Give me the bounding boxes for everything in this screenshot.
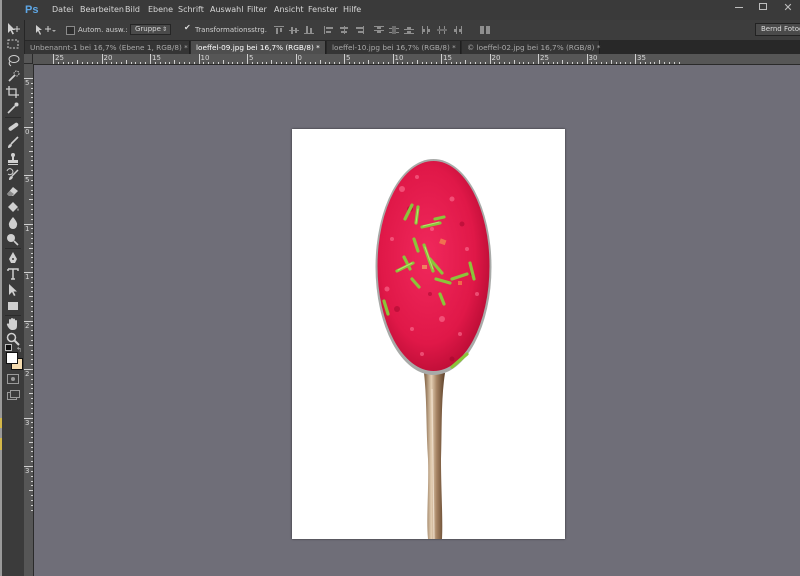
lasso-tool-icon[interactable]	[5, 53, 21, 67]
tab-unbenannt-1[interactable]: Unbenannt-1 bei 16,7% (Ebene 1, RGB/8) *	[25, 41, 190, 54]
eyedropper-tool-icon[interactable]	[5, 101, 21, 115]
ruler-origin[interactable]	[24, 54, 33, 64]
ruler-left-label: 1	[25, 224, 30, 233]
auto-select-label: Autom. ausw.:	[78, 26, 128, 34]
ruler-top-label: 25	[540, 54, 549, 62]
distribute-bottom-icon[interactable]	[404, 26, 414, 34]
distribute-right-icon[interactable]	[452, 26, 462, 34]
ruler-left-label: 3	[25, 467, 30, 475]
ruler-left-label: 1	[25, 273, 30, 281]
distribute-vcenter-icon[interactable]	[389, 26, 399, 34]
document-canvas[interactable]	[292, 129, 565, 539]
tools-panel: ↰	[2, 20, 25, 576]
align-hcenter-icon[interactable]	[339, 26, 349, 34]
photoshop-logo: Ps	[25, 4, 39, 16]
clone-stamp-tool-icon[interactable]	[5, 152, 21, 166]
align-left-icon[interactable]	[324, 26, 334, 34]
tab-loeffel-09[interactable]: loeffel-09.jpg bei 16,7% (RGB/8) *	[191, 41, 326, 54]
history-brush-tool-icon[interactable]	[5, 168, 21, 182]
transform-controls-label: Transformationsstrg.	[195, 26, 267, 34]
menu-fenster[interactable]: Fenster	[308, 5, 338, 14]
move-tool-icon[interactable]	[5, 22, 21, 36]
ruler-left-label: 0	[25, 127, 30, 136]
menu-bar: Ps Datei Bearbeiten Bild Ebene Schrift A…	[2, 0, 800, 20]
ruler-top-label: 30	[588, 54, 598, 62]
menu-bearbeiten[interactable]: Bearbeiten	[80, 5, 124, 14]
align-vcenter-icon[interactable]	[289, 26, 299, 34]
ruler-left-label: 2	[25, 370, 30, 378]
ruler-top-label: 20	[491, 54, 501, 62]
quick-mask-icon[interactable]	[7, 374, 19, 384]
ruler-top-label: 15	[443, 54, 452, 62]
ruler-left-label: 5	[25, 176, 30, 184]
document-tab-bar: Unbenannt-1 bei 16,7% (Ebene 1, RGB/8) *…	[25, 40, 800, 54]
ruler-top-label: 5	[249, 54, 254, 62]
healing-brush-tool-icon[interactable]	[5, 120, 21, 134]
horizontal-ruler[interactable]: 25 20 15 10 5 0 5 10 15 20 25 30 35	[33, 54, 800, 65]
tab-loeffel-02[interactable]: © loeffel-02.jpg bei 16,7% (RGB/8) *	[462, 41, 600, 54]
ruler-top-label: 0	[297, 54, 302, 62]
eraser-tool-icon[interactable]	[5, 184, 21, 198]
quick-select-tool-icon[interactable]	[5, 69, 21, 83]
paint-bucket-tool-icon[interactable]	[5, 200, 21, 214]
ruler-top-label: 10	[200, 54, 210, 62]
brush-tool-icon[interactable]	[5, 136, 21, 150]
type-tool-icon[interactable]	[5, 267, 21, 281]
dodge-tool-icon[interactable]	[5, 232, 21, 246]
marquee-tool-icon[interactable]	[5, 37, 21, 51]
ruler-left-label: 3	[25, 418, 30, 427]
maximize-icon[interactable]	[759, 3, 767, 10]
distribute-hcenter-icon[interactable]	[437, 26, 447, 34]
menu-auswahl[interactable]: Auswahl	[210, 5, 243, 14]
rectangle-tool-icon[interactable]	[5, 299, 21, 313]
path-select-tool-icon[interactable]	[5, 283, 21, 297]
ruler-top-label: 5	[346, 54, 351, 62]
ruler-top-label: 20	[103, 54, 113, 62]
move-tool-preset-icon[interactable]	[34, 24, 56, 35]
crop-tool-icon[interactable]	[5, 85, 21, 99]
chevron-updown-icon: ⇕	[161, 26, 167, 33]
menu-ansicht[interactable]: Ansicht	[274, 5, 304, 14]
ruler-left-label: 5	[25, 79, 30, 87]
transform-controls-checkbox[interactable]: ✔	[184, 23, 191, 32]
foreground-color-swatch[interactable]	[6, 352, 18, 364]
spoon-photo	[375, 159, 492, 539]
align-top-icon[interactable]	[274, 26, 284, 34]
menu-schrift[interactable]: Schrift	[178, 5, 204, 14]
auto-select-checkbox[interactable]	[66, 26, 75, 35]
align-right-icon[interactable]	[354, 26, 364, 34]
workspace-switcher[interactable]: Bernd Fotografie	[755, 23, 800, 36]
menu-datei[interactable]: Datei	[52, 5, 73, 14]
ruler-top-label: 25	[55, 54, 64, 62]
distribute-left-icon[interactable]	[422, 26, 432, 34]
ruler-top-label: 15	[152, 54, 161, 62]
vertical-ruler[interactable]: 5 0 5 1 1 2 2 3 3	[24, 64, 34, 576]
minimize-icon[interactable]	[735, 7, 743, 8]
default-colors-icon[interactable]	[5, 344, 12, 351]
menu-hilfe[interactable]: Hilfe	[343, 5, 361, 14]
blur-tool-icon[interactable]	[5, 216, 21, 230]
auto-select-target-value: Gruppe	[135, 25, 161, 33]
hand-tool-icon[interactable]	[5, 317, 21, 331]
align-bottom-icon[interactable]	[304, 26, 314, 34]
screen-mode-icon[interactable]	[7, 390, 20, 400]
close-icon[interactable]: ✕	[781, 2, 795, 14]
menu-ebene[interactable]: Ebene	[148, 5, 173, 14]
pen-tool-icon[interactable]	[5, 251, 21, 265]
options-bar: Autom. ausw.: Gruppe ⇕ ✔ Transformations…	[2, 20, 800, 41]
tab-loeffel-10[interactable]: loeffel-10.jpg bei 16,7% (RGB/8) *	[327, 41, 461, 54]
ruler-top-label: 10	[394, 54, 404, 62]
auto-select-target-dropdown[interactable]: Gruppe ⇕	[130, 24, 171, 35]
ruler-left-label: 2	[25, 321, 30, 330]
menu-filter[interactable]: Filter	[247, 5, 267, 14]
ruler-top-label: 35	[637, 54, 646, 62]
auto-align-layers-icon[interactable]	[480, 26, 490, 34]
menu-bild[interactable]: Bild	[125, 5, 140, 14]
distribute-top-icon[interactable]	[374, 26, 384, 34]
